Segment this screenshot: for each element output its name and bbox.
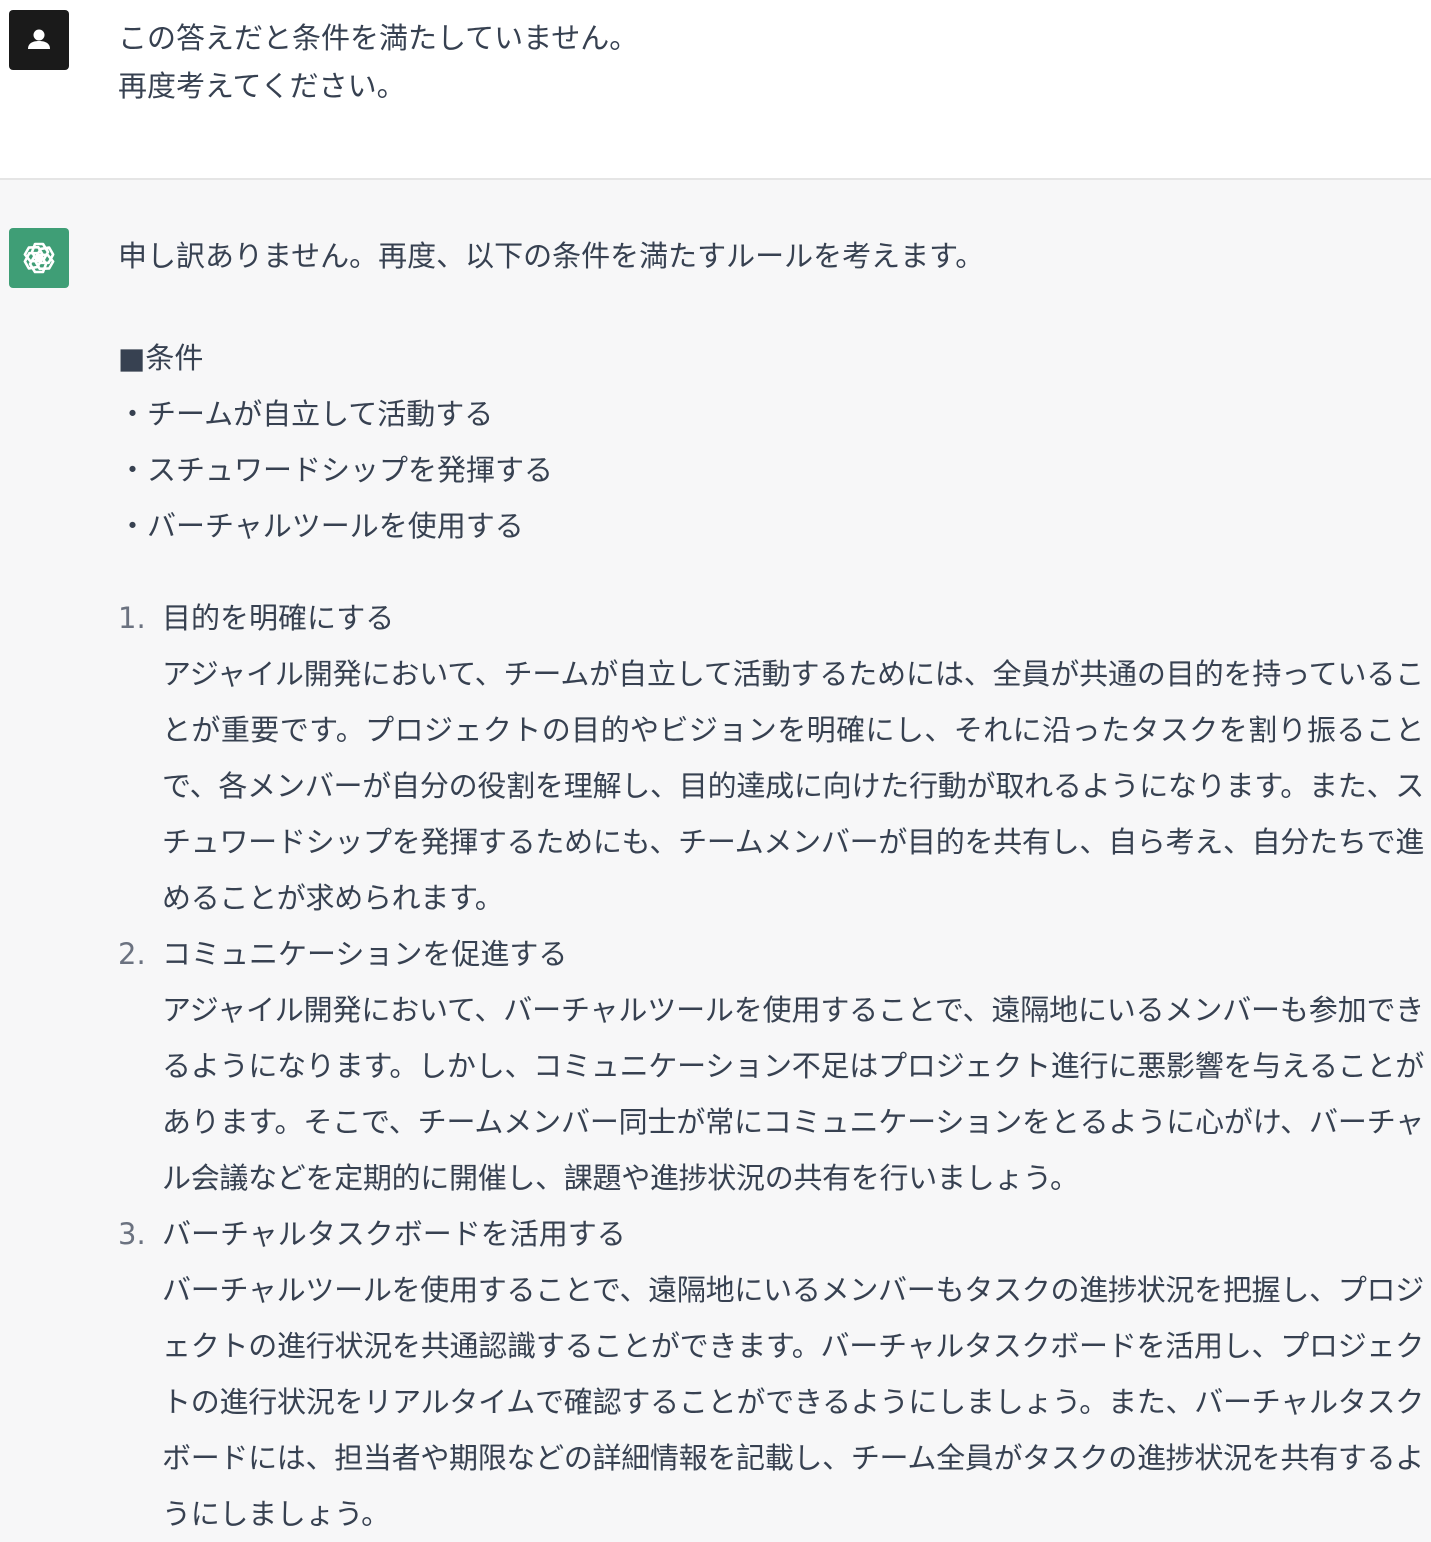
rules-list: 1. 目的を明確にする アジャイル開発において、チームが自立して活動するためには…	[118, 590, 1424, 1542]
user-avatar	[9, 10, 69, 70]
assistant-intro: 申し訳ありません。再度、以下の条件を満たすルールを考えます。	[118, 239, 985, 273]
user-message-line: この答えだと条件を満たしていません。	[118, 21, 639, 55]
list-item-number: 2.	[118, 937, 146, 971]
user-message-text: この答えだと条件を満たしていません。 再度考えてください。	[118, 14, 638, 110]
user-message: この答えだと条件を満たしていません。 再度考えてください。	[0, 0, 1431, 180]
list-item-title: コミュニケーションを促進する	[162, 937, 568, 971]
list-item-body: アジャイル開発において、チームが自立して活動するためには、全員が共通の目的を持っ…	[162, 657, 1424, 915]
list-item: 3. バーチャルタスクボードを活用する バーチャルツールを使用することで、遠隔地…	[118, 1206, 1424, 1542]
condition-item: ・バーチャルツールを使用する	[118, 509, 524, 543]
list-item-title: バーチャルタスクボードを活用する	[162, 1217, 626, 1251]
conditions-heading: ■条件	[118, 341, 204, 375]
list-item-number: 1.	[118, 601, 146, 635]
condition-item: ・スチュワードシップを発揮する	[118, 453, 554, 487]
assistant-avatar	[9, 228, 69, 288]
openai-logo-icon	[23, 242, 55, 274]
list-item: 1. 目的を明確にする アジャイル開発において、チームが自立して活動するためには…	[118, 590, 1424, 926]
user-message-line: 再度考えてください。	[118, 69, 406, 103]
conditions-block: ■条件 ・チームが自立して活動する ・スチュワードシップを発揮する ・バーチャル…	[118, 330, 553, 554]
list-item: 2. コミュニケーションを促進する アジャイル開発において、バーチャルツールを使…	[118, 926, 1424, 1206]
user-silhouette-icon	[28, 29, 50, 49]
list-item-title: 目的を明確にする	[162, 601, 395, 635]
list-item-number: 3.	[118, 1217, 146, 1251]
assistant-message: 申し訳ありません。再度、以下の条件を満たすルールを考えます。 ■条件 ・チームが…	[0, 180, 1431, 1531]
list-item-body: アジャイル開発において、バーチャルツールを使用することで、遠隔地にいるメンバーも…	[162, 993, 1424, 1195]
condition-item: ・チームが自立して活動する	[118, 397, 494, 431]
list-item-body: バーチャルツールを使用することで、遠隔地にいるメンバーもタスクの進捗状況を把握し…	[162, 1273, 1424, 1531]
